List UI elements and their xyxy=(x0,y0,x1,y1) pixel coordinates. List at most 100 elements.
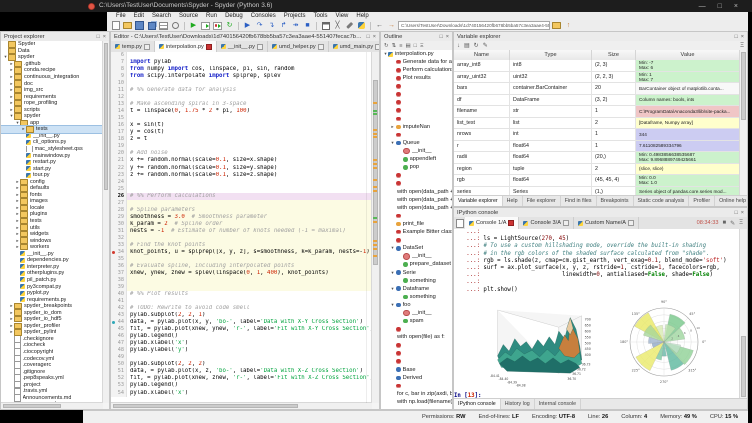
menu-edit[interactable]: Edit xyxy=(130,13,148,19)
close-icon[interactable]: × xyxy=(373,34,376,40)
outline-item[interactable]: __init__ xyxy=(381,147,452,155)
toolbar-button-fullscreen[interactable]: ╳ xyxy=(332,21,343,31)
tab-close-icon[interactable] xyxy=(563,220,569,226)
undock-icon[interactable]: □ xyxy=(96,34,99,40)
variable-row[interactable]: rfloat6417.611082589334796 xyxy=(454,141,740,153)
close-icon[interactable]: × xyxy=(103,34,106,40)
outline-item[interactable]: Base xyxy=(381,366,452,374)
toolbar-button-debug-file[interactable]: ▶ xyxy=(242,21,253,31)
console-tab-console-1-a[interactable]: Console 1/A xyxy=(465,217,519,229)
outline-item[interactable]: ▾DataSet xyxy=(381,244,452,252)
project-tree-hscrollbar[interactable] xyxy=(1,402,103,409)
toolbar-button-re-run-cell[interactable]: ↻ xyxy=(224,21,235,31)
variable-row[interactable]: rgbfloat64(45, 45, 4)Min: 0.0 Max: 1.0 xyxy=(454,175,740,187)
editor-tab-umd_main.py[interactable]: umd_main.py xyxy=(329,41,379,52)
toolbar-button-step-into[interactable]: ↴ xyxy=(266,21,277,31)
outline-item[interactable]: Generate data for analysis xyxy=(381,58,452,66)
outline-item[interactable]: ▾Queue xyxy=(381,139,452,147)
console-vscrollbar[interactable] xyxy=(739,229,747,399)
outline-item[interactable]: something xyxy=(381,293,452,301)
toolbar-button-back[interactable]: ← xyxy=(374,21,385,31)
variable-row[interactable]: barscontainer.BarContainer20BarContainer… xyxy=(454,83,740,95)
toolbar-button-maximize-pane[interactable] xyxy=(320,21,331,31)
dock-tab-help[interactable]: Help xyxy=(503,196,523,206)
outline-item[interactable]: print_file xyxy=(381,220,452,228)
outline-item[interactable]: Example Bitter class xyxy=(381,228,452,236)
outline-item[interactable] xyxy=(381,82,452,90)
toolbar-button-python-path-manager[interactable] xyxy=(356,21,367,31)
dock-tab-static-code-analysis[interactable]: Static code analysis xyxy=(634,196,690,206)
working-directory-combobox[interactable]: C:\Users\TestUser\Downloads\1d740156420f… xyxy=(398,21,550,30)
inspect-icon[interactable]: ✎ xyxy=(730,220,735,227)
menu-debug[interactable]: Debug xyxy=(221,13,247,19)
outline-item[interactable]: with open(file) as f: xyxy=(381,333,452,341)
variable-explorer-edit-icon[interactable]: ✎ xyxy=(483,42,488,49)
variable-row[interactable]: dfDataFrame(3, 2)Column names: bools, in… xyxy=(454,95,740,107)
variable-row[interactable]: regiontuple2(slice, slice) xyxy=(454,164,740,176)
outline-item[interactable] xyxy=(381,341,452,349)
editor-code-area[interactable]: 67import pylab8from numpy import cos, li… xyxy=(111,52,372,403)
undock-icon[interactable]: □ xyxy=(439,34,442,40)
variable-row[interactable]: filenamestr1C:\ProgramData\Anaconda3\lib… xyxy=(454,106,740,118)
tab-close-icon[interactable] xyxy=(318,44,324,50)
menu-run[interactable]: Run xyxy=(202,13,221,19)
menu-projects[interactable]: Projects xyxy=(280,13,310,19)
variable-explorer-save-data-icon[interactable]: ▤ xyxy=(464,42,470,49)
toolbar-button-save-all[interactable] xyxy=(146,21,157,31)
variable-row[interactable]: nrowsint1344 xyxy=(454,129,740,141)
variable-row[interactable]: radiifloat64(20,)Min: 0.4983856638535687… xyxy=(454,152,740,164)
menu-help[interactable]: Help xyxy=(352,13,372,19)
outline-item[interactable] xyxy=(381,236,452,244)
outline-item[interactable]: Perform calculations xyxy=(381,66,452,74)
column-header-name[interactable]: Name xyxy=(454,50,510,60)
outline-item[interactable]: __init__ xyxy=(381,252,452,260)
console-dock-tab-ipython-console[interactable]: IPython console xyxy=(454,399,501,409)
interrupt-kernel-icon[interactable]: ■ xyxy=(722,220,726,226)
console-dock-tab-internal-console[interactable]: Internal console xyxy=(535,399,581,409)
tab-close-icon[interactable] xyxy=(375,44,379,50)
column-header-value[interactable]: Value xyxy=(636,50,740,60)
outline-item[interactable] xyxy=(381,212,452,220)
maximize-button[interactable]: □ xyxy=(718,3,722,10)
undock-icon[interactable]: □ xyxy=(734,34,737,40)
console-browse-tabs-icon[interactable] xyxy=(454,218,465,228)
editor-hscrollbar[interactable] xyxy=(111,402,372,409)
tab-close-icon[interactable] xyxy=(144,44,150,50)
editor-tab-__init__.py[interactable]: __init__.py xyxy=(217,41,268,52)
close-icon[interactable]: × xyxy=(446,34,449,40)
toolbar-button-save-file[interactable] xyxy=(134,21,145,31)
outline-item[interactable]: ▾Serie xyxy=(381,269,452,277)
console-tab-console-3-a[interactable]: Console 3/A xyxy=(519,217,573,229)
console-dock-tab-history-log[interactable]: History log xyxy=(501,399,535,409)
outline-item[interactable]: with open(data_path + outpu... xyxy=(381,188,452,196)
outline-item[interactable] xyxy=(381,382,452,390)
tab-close-icon[interactable] xyxy=(257,44,263,50)
toolbar-button-new-file[interactable] xyxy=(110,21,121,31)
outline-item[interactable]: spam xyxy=(381,317,452,325)
variable-explorer-options-icon[interactable]: Ξ xyxy=(740,43,744,49)
menu-search[interactable]: Search xyxy=(148,13,175,19)
toolbar-button-symbol-finder[interactable] xyxy=(170,21,181,31)
outline-item[interactable]: __init__ xyxy=(381,309,452,317)
toolbar-button-browse-working-directory[interactable] xyxy=(551,21,562,31)
outline-item[interactable] xyxy=(381,325,452,333)
toolbar-button-step-over[interactable]: ↷ xyxy=(254,21,265,31)
menu-source[interactable]: Source xyxy=(175,13,202,19)
outline-item[interactable]: appendleft xyxy=(381,155,452,163)
menu-view[interactable]: View xyxy=(331,13,352,19)
variable-explorer-refresh-icon[interactable]: ↻ xyxy=(474,42,479,49)
outline-item[interactable]: with open(data_path + outpu... xyxy=(381,196,452,204)
outline-item[interactable] xyxy=(381,107,452,115)
breakpoint-icon[interactable] xyxy=(112,251,116,255)
outline-item[interactable]: ▸imputeNan xyxy=(381,123,452,131)
dock-tab-breakpoints[interactable]: Breakpoints xyxy=(597,196,634,206)
toolbar-button-open-file[interactable] xyxy=(122,21,133,31)
column-header-type[interactable]: Type xyxy=(510,50,592,60)
outline-item[interactable] xyxy=(381,349,452,357)
variable-row[interactable]: array_uint32uint32(2, 2, 3)Min: 1 Max: 7 xyxy=(454,72,740,84)
dock-tab-variable-explorer[interactable]: Variable explorer xyxy=(454,196,503,206)
minimize-button[interactable]: — xyxy=(699,3,706,10)
outline-item[interactable]: with open(data_path + outpu... xyxy=(381,204,452,212)
outline-item[interactable]: ▾foo xyxy=(381,301,452,309)
undock-icon[interactable]: □ xyxy=(366,34,369,40)
